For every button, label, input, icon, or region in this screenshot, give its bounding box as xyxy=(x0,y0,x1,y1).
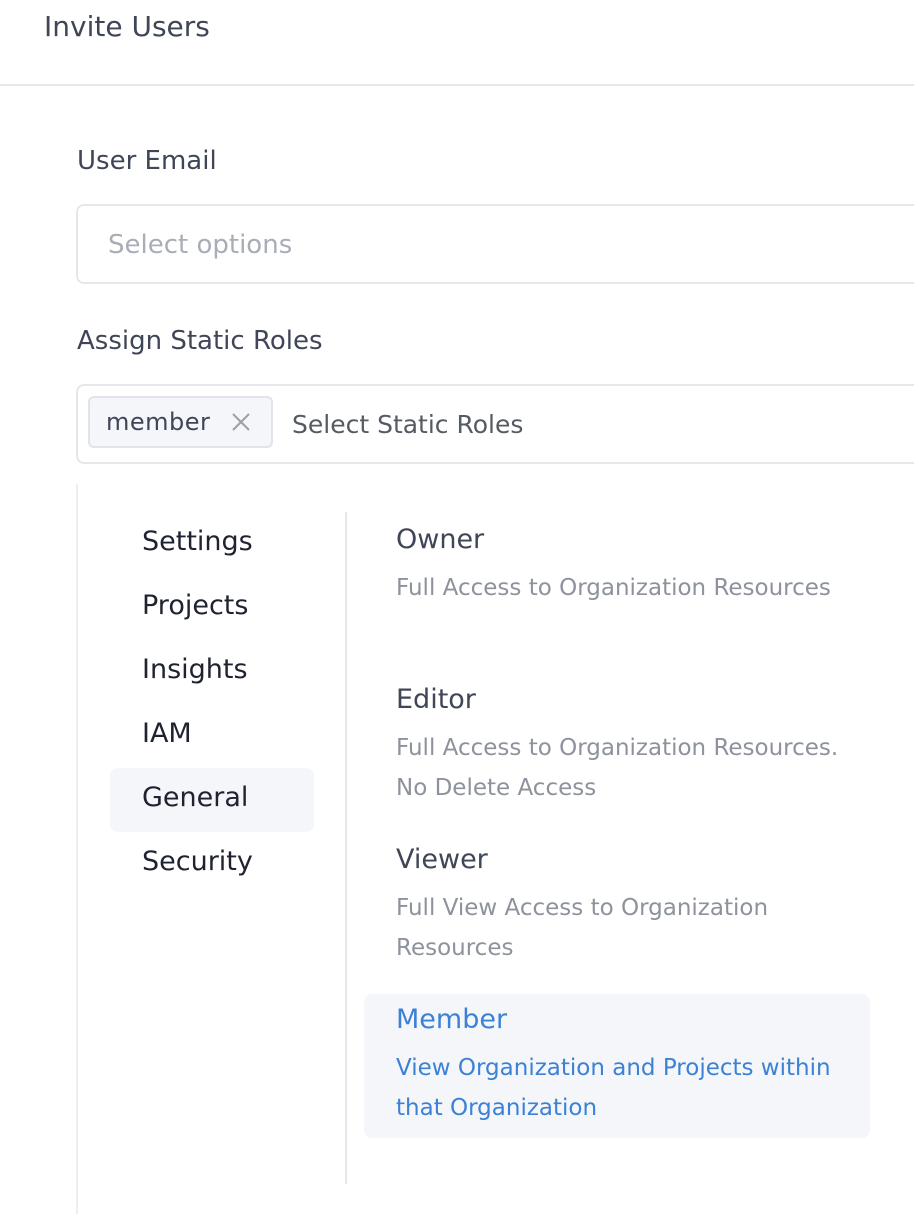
role-option-editor[interactable]: Editor Full Access to Organization Resou… xyxy=(364,674,870,818)
invite-users-page: Invite Users User Email Select options A… xyxy=(0,0,914,1214)
role-category-list: Settings Projects Insights IAM General S… xyxy=(110,512,314,896)
category-label: Security xyxy=(142,846,253,877)
category-label: Insights xyxy=(142,654,248,685)
page-header: Invite Users xyxy=(0,0,914,86)
category-label: General xyxy=(142,782,249,813)
category-projects[interactable]: Projects xyxy=(110,576,314,640)
close-icon[interactable] xyxy=(228,409,254,435)
role-chip-member: member xyxy=(88,396,273,448)
role-option-member[interactable]: Member View Organization and Projects wi… xyxy=(364,994,870,1138)
category-label: Projects xyxy=(142,590,249,621)
user-email-placeholder: Select options xyxy=(108,230,293,260)
roles-dropdown-panel: Settings Projects Insights IAM General S… xyxy=(76,484,914,1214)
role-option-viewer[interactable]: Viewer Full View Access to Organization … xyxy=(364,834,870,978)
role-name: Editor xyxy=(396,684,476,715)
category-settings[interactable]: Settings xyxy=(110,512,314,576)
role-name: Member xyxy=(396,1004,508,1035)
role-description: View Organization and Projects within th… xyxy=(396,1055,831,1121)
role-option-list: Owner Full Access to Organization Resour… xyxy=(364,514,870,1154)
page-title: Invite Users xyxy=(44,10,210,43)
static-roles-label: Assign Static Roles xyxy=(77,326,323,356)
role-description: Full View Access to Organization Resourc… xyxy=(396,895,769,961)
role-description: Full Access to Organization Resources xyxy=(396,575,831,601)
role-chip-label: member xyxy=(106,408,211,436)
static-roles-placeholder: Select Static Roles xyxy=(292,410,524,439)
category-label: IAM xyxy=(142,718,192,749)
static-roles-select[interactable]: member Select Static Roles xyxy=(76,384,914,464)
role-option-owner[interactable]: Owner Full Access to Organization Resour… xyxy=(364,514,870,658)
category-insights[interactable]: Insights xyxy=(110,640,314,704)
category-label: Settings xyxy=(142,526,253,557)
user-email-select[interactable]: Select options xyxy=(76,204,914,284)
user-email-label: User Email xyxy=(77,146,217,176)
category-general[interactable]: General xyxy=(110,768,314,832)
role-description: Full Access to Organization Resources. N… xyxy=(396,735,839,801)
role-name: Owner xyxy=(396,524,485,555)
role-name: Viewer xyxy=(396,844,488,875)
category-iam[interactable]: IAM xyxy=(110,704,314,768)
category-security[interactable]: Security xyxy=(110,832,314,896)
dropdown-divider xyxy=(345,512,347,1184)
